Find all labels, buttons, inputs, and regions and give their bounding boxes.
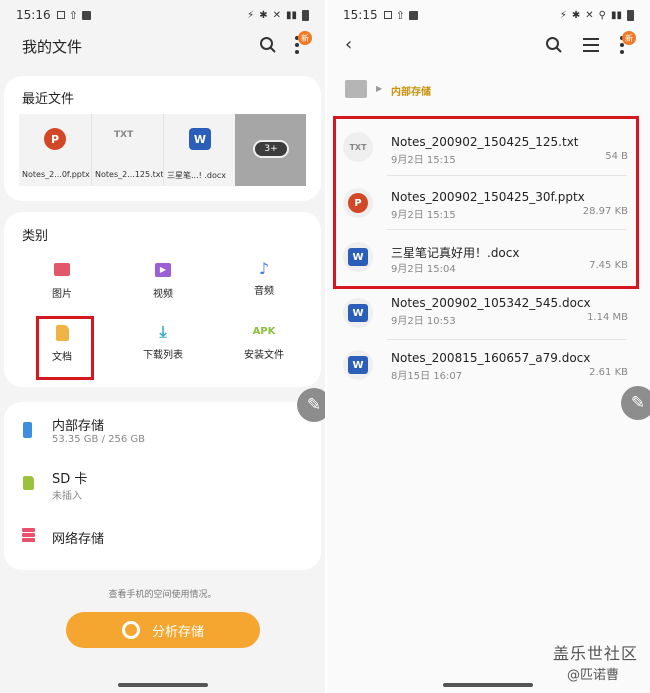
battery-icon	[302, 9, 309, 21]
sdcard-icon	[23, 476, 34, 490]
file-row[interactable]: W Notes_200815_160657_a79.docx 8月15日 16:…	[335, 340, 640, 394]
upload-notification-icon: ⇧	[68, 8, 78, 22]
watermark-author: @匹诺曹	[567, 668, 620, 683]
battery-icon	[627, 9, 634, 21]
file-name: Notes_200902_105342_545.docx	[391, 296, 591, 310]
mute-icon: ✕	[272, 9, 281, 21]
upload-notification-icon: ⇧	[395, 8, 405, 22]
download-icon: ⤓	[159, 322, 167, 341]
recent-files-title: 最近文件	[22, 92, 75, 107]
vibrate-icon: ⚡	[559, 9, 567, 21]
storage-label: 网络存储	[52, 532, 105, 547]
highlight-box-files	[333, 116, 639, 289]
gallery-notification-icon	[383, 11, 392, 19]
edit-pencil-icon[interactable]: ✎	[297, 388, 325, 422]
storage-item-sd-card[interactable]: SD 卡 未插入	[4, 462, 321, 512]
network-storage-icon	[22, 528, 35, 542]
breadcrumb-separator-icon: ▶	[376, 84, 383, 93]
list-view-icon[interactable]	[583, 38, 599, 52]
analyze-storage-button[interactable]: 分析存储	[66, 612, 260, 648]
edit-pencil-icon[interactable]: ✎	[621, 386, 650, 420]
file-size: 2.61 KB	[589, 367, 628, 378]
docx-file-icon: W	[343, 350, 373, 380]
image-icon	[54, 263, 70, 276]
search-icon[interactable]	[545, 36, 563, 54]
bluetooth-icon: ✱	[259, 9, 268, 21]
location-icon: ⚲	[598, 9, 606, 21]
page-title: 我的文件	[22, 38, 83, 56]
status-time: 15:16	[16, 8, 51, 22]
storage-item-network[interactable]: 网络存储	[4, 518, 321, 558]
recent-file-name: Notes_2...0f.pptx	[22, 170, 90, 179]
categories-title: 类别	[22, 229, 49, 244]
file-row[interactable]: W Notes_200902_105342_545.docx 9月2日 10:5…	[335, 290, 640, 344]
audio-icon: ♪	[258, 259, 270, 278]
bag-notification-icon	[81, 10, 91, 20]
new-badge: 新	[622, 31, 636, 45]
txt-icon: TXT	[114, 130, 134, 140]
storage-status: 未插入	[52, 491, 82, 502]
new-badge: 新	[298, 31, 312, 45]
breadcrumb[interactable]: 内部存储	[391, 83, 431, 98]
nav-handle[interactable]	[443, 683, 533, 687]
pptx-icon: P	[44, 128, 66, 150]
recent-files-card: 最近文件 P Notes_2...0f.pptx TXT Notes_2...1…	[4, 76, 321, 201]
analyze-storage-label: 分析存储	[151, 624, 204, 640]
category-audio[interactable]: ♪ 音频	[234, 260, 294, 310]
category-label: 图片	[52, 289, 72, 300]
storage-hint: 查看手机的空间使用情况。	[108, 590, 217, 600]
storage-card: 内部存储 53.35 GB / 256 GB SD 卡 未插入 网络存储	[4, 402, 321, 570]
category-label: 音频	[254, 286, 274, 297]
home-folder-icon[interactable]	[345, 80, 367, 98]
phone-icon	[23, 422, 32, 438]
bluetooth-icon: ✱	[571, 9, 581, 21]
recent-file-name: Notes_2...125.txt	[95, 170, 164, 179]
file-date: 8月15日 16:07	[391, 371, 463, 382]
docx-icon: W	[189, 128, 211, 150]
storage-usage: 53.35 GB / 256 GB	[52, 434, 146, 445]
category-label: 下载列表	[143, 350, 183, 361]
bag-notification-icon	[408, 10, 418, 20]
file-name: Notes_200815_160657_a79.docx	[391, 351, 591, 365]
recent-more-button[interactable]: 3+	[235, 114, 306, 186]
docx-file-icon: W	[343, 298, 373, 328]
category-downloads[interactable]: ⤓ 下载列表	[133, 322, 193, 372]
status-bar: 15:16 ⇧ ⚡ ✱ ✕ ▮▮	[0, 0, 325, 30]
storage-label: SD 卡	[52, 472, 88, 487]
category-label: 视频	[153, 289, 173, 300]
vibrate-icon: ⚡	[247, 9, 255, 21]
category-images[interactable]: 图片	[32, 260, 92, 310]
storage-label: 内部存储	[52, 419, 105, 434]
storage-item-internal[interactable]: 内部存储 53.35 GB / 256 GB	[4, 408, 321, 458]
gallery-notification-icon	[56, 11, 65, 19]
recent-file-name: 三星笔...! .docx	[167, 171, 227, 180]
file-size: 1.14 MB	[587, 312, 628, 323]
status-bar: 15:15 ⇧ ⚡ ✱ ✕ ⚲ ▮▮	[327, 0, 650, 30]
signal-icon: ▮▮	[285, 9, 297, 21]
more-count: 3+	[253, 140, 289, 158]
right-screen: 15:15 ⇧ ⚡ ✱ ✕ ⚲ ▮▮ ‹ 新 ▶ 内部存储 TXT Notes_…	[327, 0, 650, 693]
analyze-icon	[121, 621, 140, 639]
signal-icon: ▮▮	[610, 9, 622, 21]
back-arrow-icon[interactable]: ‹	[345, 34, 352, 55]
search-icon[interactable]	[259, 36, 277, 54]
mute-icon: ✕	[585, 9, 594, 21]
video-icon: ▶	[155, 263, 171, 277]
recent-file-item[interactable]: P Notes_2...0f.pptx	[19, 114, 91, 186]
recent-file-item[interactable]: W 三星笔...! .docx	[163, 114, 235, 186]
status-time: 15:15	[343, 8, 378, 22]
category-videos[interactable]: ▶ 视频	[133, 260, 193, 310]
file-date: 9月2日 10:53	[391, 316, 456, 327]
left-screen: 15:16 ⇧ ⚡ ✱ ✕ ▮▮ 我的文件 新 最近文件 P Notes_2..…	[0, 0, 325, 693]
apk-icon: APK	[252, 326, 276, 337]
recent-files-list: P Notes_2...0f.pptx TXT Notes_2...125.tx…	[19, 114, 306, 186]
watermark-community: 盖乐世社区	[553, 644, 639, 663]
category-label: 安装文件	[244, 350, 284, 361]
recent-file-item[interactable]: TXT Notes_2...125.txt	[91, 114, 164, 186]
category-apk[interactable]: APK 安装文件	[234, 322, 294, 372]
nav-handle[interactable]	[118, 683, 208, 687]
highlight-box-documents	[36, 316, 94, 380]
